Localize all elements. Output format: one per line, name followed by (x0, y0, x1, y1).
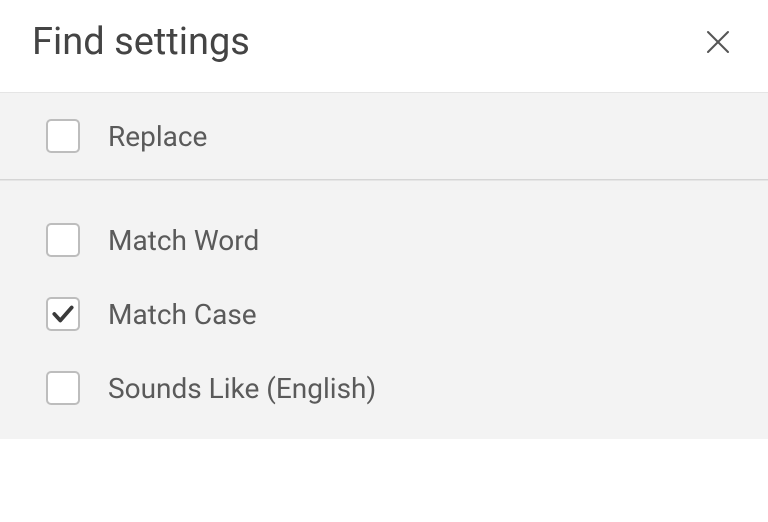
replace-row[interactable]: Replace (0, 93, 768, 179)
dialog-header: Find settings (0, 0, 768, 92)
options-section: Match Word Match Case Sounds Like (Engli… (0, 180, 768, 439)
checkmark-icon (50, 301, 76, 327)
match-case-checkbox[interactable] (46, 297, 80, 331)
match-case-label: Match Case (108, 298, 257, 331)
replace-label: Replace (108, 120, 207, 153)
match-case-row[interactable]: Match Case (0, 277, 768, 351)
close-icon (703, 27, 733, 57)
match-word-row[interactable]: Match Word (0, 203, 768, 277)
close-button[interactable] (700, 24, 736, 60)
replace-checkbox[interactable] (46, 119, 80, 153)
sounds-like-row[interactable]: Sounds Like (English) (0, 351, 768, 425)
dialog-title: Find settings (32, 20, 250, 64)
sounds-like-label: Sounds Like (English) (108, 372, 376, 405)
match-word-checkbox[interactable] (46, 223, 80, 257)
match-word-label: Match Word (108, 224, 259, 257)
replace-section: Replace (0, 92, 768, 180)
sounds-like-checkbox[interactable] (46, 371, 80, 405)
